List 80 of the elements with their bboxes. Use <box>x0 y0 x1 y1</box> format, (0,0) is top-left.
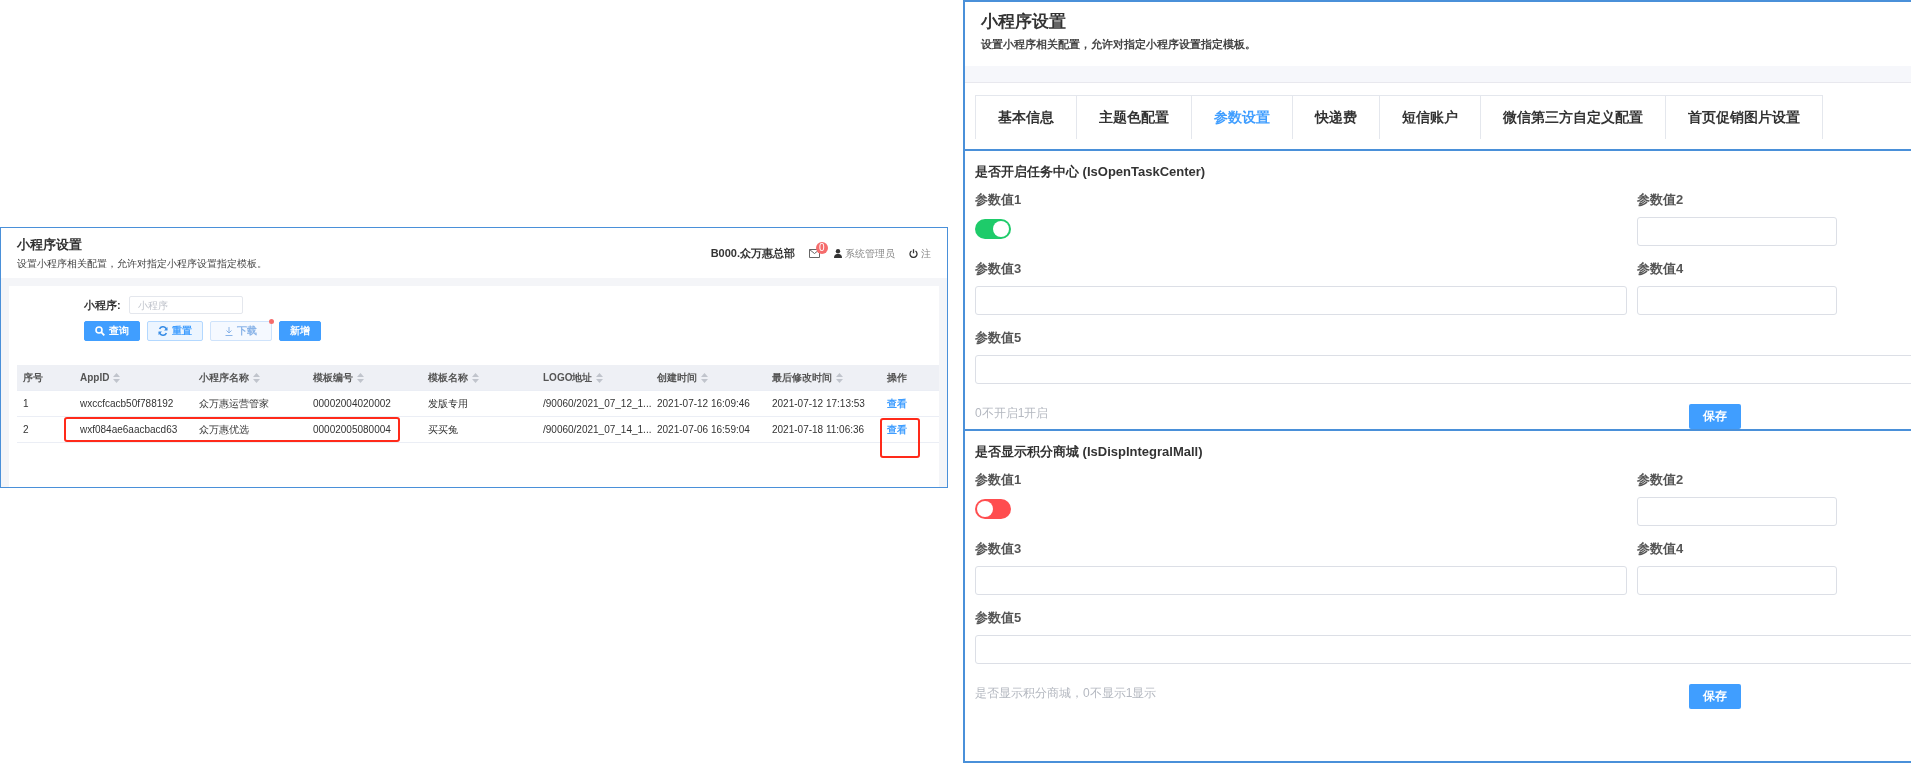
toggle-switch[interactable] <box>975 219 1011 239</box>
input-field[interactable] <box>1637 286 1837 315</box>
sort-icon[interactable] <box>472 372 479 383</box>
column-header: 最后修改时间 <box>772 370 832 385</box>
input-field[interactable] <box>975 286 1627 315</box>
search-button[interactable]: 查询 <box>84 321 140 341</box>
field-label: 参数值2 <box>1637 471 1685 489</box>
toggle-switch[interactable] <box>975 499 1011 519</box>
hint-text: 是否显示积分商城，0不显示1显示 <box>975 685 1157 702</box>
view-link[interactable]: 查看 <box>887 396 907 411</box>
field-label: 参数值1 <box>975 191 1023 209</box>
field-label: 参数值1 <box>975 471 1023 489</box>
user-icon <box>834 249 842 258</box>
table-cell-text: 众万惠优选 <box>198 422 250 437</box>
save-button[interactable]: 保存 <box>1689 684 1741 709</box>
search-icon <box>95 326 105 336</box>
highlight-box <box>880 418 920 458</box>
column-header: AppID <box>80 372 110 383</box>
table-cell-text: /90060/2021_07_14_1... <box>542 423 651 437</box>
sort-icon[interactable] <box>596 372 604 383</box>
mail-icon[interactable] <box>809 249 820 258</box>
page-subtitle: 设置小程序相关配置，允许对指定小程序设置指定模板。 <box>17 257 267 271</box>
field-label: 参数值5 <box>975 609 1023 627</box>
sort-icon[interactable] <box>836 372 843 383</box>
hint-text: 0不开启1开启 <box>975 405 1049 422</box>
table-cell-text: wxccfcacb50f788192 <box>79 397 175 411</box>
table-cell-text: 2021-07-06 16:59:04 <box>656 423 751 437</box>
field-label: 参数值2 <box>1637 191 1685 209</box>
input-field[interactable] <box>1637 566 1837 595</box>
table-cell-text: 2021-07-12 17:13:53 <box>771 397 866 411</box>
input-field[interactable] <box>1637 497 1837 526</box>
column-header: 小程序名称 <box>199 370 249 385</box>
input-field[interactable] <box>1637 217 1837 246</box>
add-button[interactable]: 新增 <box>279 321 321 341</box>
field-label: 参数值4 <box>1637 260 1685 278</box>
reset-button[interactable]: 重置 <box>147 321 203 341</box>
table-cell-text: 众万惠运营管家 <box>198 396 270 411</box>
page-subtitle: 设置小程序相关配置，允许对指定小程序设置指定模板。 <box>981 37 1257 52</box>
table-cell-text: 00002004020002 <box>312 397 392 411</box>
section-title: 是否开启任务中心 (IsOpenTaskCenter) <box>975 163 1207 181</box>
input-field[interactable] <box>975 566 1627 595</box>
user-name[interactable]: 系统管理员 <box>845 246 895 261</box>
input-field[interactable] <box>975 355 1911 384</box>
view-link[interactable]: 查看 <box>887 422 907 437</box>
section-title: 是否显示积分商城 (IsDispIntegralMall) <box>975 443 1204 461</box>
table-cell-text: 2 <box>22 423 30 437</box>
table-cell-text: 买买兔 <box>427 422 459 437</box>
table-cell-text: wxf084ae6aacbacd63 <box>79 423 179 437</box>
column-header: 序号 <box>23 370 43 385</box>
column-header: LOGO地址 <box>543 370 593 385</box>
field-label: 参数值3 <box>975 540 1023 558</box>
logout-link[interactable]: 注 <box>921 246 931 261</box>
sort-icon[interactable] <box>357 372 364 383</box>
table-cell-text: 1 <box>22 397 30 411</box>
field-label: 参数值3 <box>975 260 1023 278</box>
table-cell-text: 2021-07-18 11:06:36 <box>771 423 866 437</box>
org-name: B000.众万惠总部 <box>710 246 795 261</box>
table-cell-text: 00002005080004 <box>312 423 392 437</box>
power-icon[interactable] <box>909 249 918 258</box>
column-header: 模板名称 <box>428 370 468 385</box>
column-header: 操作 <box>887 370 907 385</box>
download-button[interactable]: 下载 <box>210 321 272 341</box>
save-button[interactable]: 保存 <box>1689 404 1741 429</box>
page-title: 小程序设置 <box>981 11 1067 33</box>
download-icon <box>225 326 233 336</box>
page-title: 小程序设置 <box>17 236 83 254</box>
column-header: 创建时间 <box>657 370 697 385</box>
refresh-icon <box>158 326 168 336</box>
table-cell-text: 2021-07-12 16:09:46 <box>656 397 751 411</box>
sort-icon[interactable] <box>113 372 121 383</box>
filter-label: 小程序: <box>84 297 121 313</box>
sort-icon[interactable] <box>701 372 708 383</box>
table-cell-text: /90060/2021_07_12_1... <box>542 397 651 411</box>
notification-badge: 0 <box>816 242 828 254</box>
column-header: 模板编号 <box>313 370 353 385</box>
input-field[interactable] <box>975 635 1911 664</box>
field-label: 参数值4 <box>1637 540 1685 558</box>
sort-icon[interactable] <box>253 372 260 383</box>
table-cell-text: 发版专用 <box>427 396 469 411</box>
field-label: 参数值5 <box>975 329 1023 347</box>
